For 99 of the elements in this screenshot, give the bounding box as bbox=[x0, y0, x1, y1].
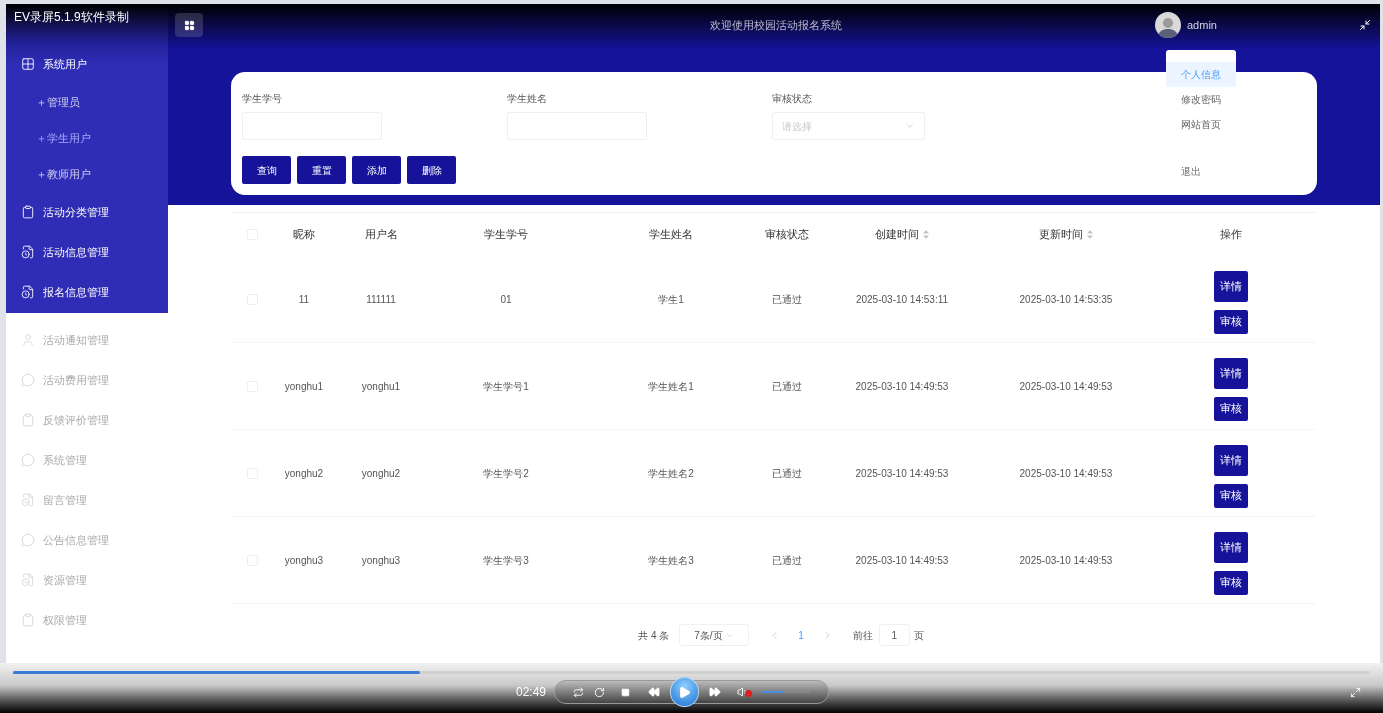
clipboard-icon bbox=[21, 613, 35, 627]
grid-icon bbox=[183, 19, 195, 31]
column-header: 创建时间 bbox=[875, 227, 919, 243]
total-count: 共 4 条 bbox=[638, 628, 670, 643]
chat-icon bbox=[21, 453, 35, 467]
fast-forward-icon[interactable] bbox=[709, 686, 722, 698]
table-cell-text: yonghu1 bbox=[361, 379, 401, 394]
stop-icon[interactable] bbox=[620, 687, 630, 697]
table-cell-text: 2025-03-10 14:49:53 bbox=[1019, 466, 1113, 481]
column-header: 昵称 bbox=[293, 227, 315, 243]
sidebar-item[interactable]: 系统用户 bbox=[6, 44, 168, 84]
table-cell-text: 2025-03-10 14:49:53 bbox=[855, 553, 949, 568]
repeat-icon[interactable] bbox=[593, 686, 605, 698]
clipboard-icon bbox=[21, 413, 35, 427]
document-clock-icon bbox=[21, 245, 35, 259]
page-input[interactable]: 1 bbox=[878, 624, 910, 646]
table-cell-text: yonghu2 bbox=[361, 466, 401, 481]
page-suffix: 页 bbox=[913, 628, 924, 643]
table-cell-text: yonghu2 bbox=[284, 466, 324, 481]
user-name[interactable]: admin bbox=[1187, 16, 1217, 34]
row-action-button[interactable]: 审核 bbox=[1214, 483, 1248, 508]
row-action-button[interactable]: 详情 bbox=[1214, 357, 1248, 389]
table-cell-text: yonghu3 bbox=[284, 553, 324, 568]
playback-time: 02:49 bbox=[516, 684, 548, 701]
menu-item[interactable]: 修改密码 bbox=[1166, 87, 1236, 112]
play-button[interactable] bbox=[669, 677, 700, 707]
goto-label: 前往 bbox=[852, 628, 873, 643]
collapse-icon[interactable] bbox=[1359, 19, 1371, 31]
table-cell-text: 学生学号2 bbox=[483, 466, 529, 481]
sidebar-subitem[interactable]: ＋学生用户 bbox=[6, 120, 168, 156]
document-clock-icon bbox=[21, 285, 35, 299]
action-button[interactable]: 重置 bbox=[297, 156, 346, 184]
page-size-select[interactable]: 7条/页 bbox=[679, 624, 750, 646]
table-cell-text: yonghu3 bbox=[361, 553, 401, 568]
chat-icon bbox=[21, 373, 35, 387]
sidebar-item[interactable]: 活动分类管理 bbox=[6, 192, 168, 232]
menu-toggle-button[interactable] bbox=[175, 13, 203, 37]
row-action-button[interactable]: 详情 bbox=[1214, 270, 1248, 302]
table-cell-text: 2025-03-10 14:49:53 bbox=[855, 379, 949, 394]
table-cell-text: 2025-03-10 14:53:35 bbox=[1019, 292, 1113, 307]
action-button[interactable]: 删除 bbox=[407, 156, 456, 184]
row-action-button[interactable]: 审核 bbox=[1214, 570, 1248, 595]
menu-item[interactable]: 退出 bbox=[1166, 159, 1236, 184]
document-clock-icon bbox=[21, 493, 35, 507]
menu-item[interactable]: 网站首页 bbox=[1166, 112, 1236, 137]
table-cell-text: yonghu1 bbox=[284, 379, 324, 394]
table-cell-text: 已通过 bbox=[772, 292, 802, 307]
sidebar-item[interactable]: 活动信息管理 bbox=[6, 232, 168, 272]
table-cell-text: 学生姓名2 bbox=[648, 466, 694, 481]
sidebar-subitem[interactable]: ＋管理员 bbox=[6, 84, 168, 120]
table-cell-text: 2025-03-10 14:49:53 bbox=[1019, 553, 1113, 568]
row-action-button[interactable]: 详情 bbox=[1214, 444, 1248, 476]
table-cell-text: 11 bbox=[298, 292, 310, 307]
table-cell-text: 已通过 bbox=[772, 553, 802, 568]
column-header: 学生姓名 bbox=[649, 227, 693, 243]
sidebar-item[interactable]: 报名信息管理 bbox=[6, 272, 168, 312]
chat-icon bbox=[21, 533, 35, 547]
table-cell-text: 学生学号3 bbox=[483, 553, 529, 568]
fullscreen-icon[interactable] bbox=[1350, 686, 1361, 698]
field-label: 学生学号 bbox=[242, 92, 283, 106]
clipboard-icon bbox=[21, 205, 35, 219]
sort-icon bbox=[923, 230, 929, 239]
avatar[interactable] bbox=[1155, 12, 1181, 38]
action-button[interactable]: 添加 bbox=[352, 156, 401, 184]
column-header: 用户名 bbox=[364, 227, 398, 243]
sort-icon bbox=[1087, 230, 1093, 239]
chevron-down-icon bbox=[905, 121, 915, 131]
mute-icon[interactable] bbox=[737, 686, 753, 698]
table-cell-text: 2025-03-10 14:49:53 bbox=[1019, 379, 1113, 394]
table-cell-text: 01 bbox=[500, 292, 512, 307]
play-icon bbox=[678, 685, 692, 699]
column-header: 操作 bbox=[1220, 227, 1242, 243]
table-cell-text: 已通过 bbox=[772, 466, 802, 481]
column-header: 审核状态 bbox=[765, 227, 809, 243]
action-button[interactable]: 查询 bbox=[242, 156, 291, 184]
column-header: 学生学号 bbox=[484, 227, 528, 243]
column-header: 更新时间 bbox=[1039, 227, 1083, 243]
table-cell-text: 111111 bbox=[366, 292, 396, 307]
table-cell-text: 学生姓名3 bbox=[648, 553, 694, 568]
table-cell-text: 学生学号1 bbox=[483, 379, 529, 394]
rewind-icon[interactable] bbox=[647, 686, 660, 698]
header-title: 欢迎使用校园活动报名系统 bbox=[710, 17, 842, 33]
row-action-button[interactable]: 审核 bbox=[1214, 396, 1248, 421]
row-action-button[interactable]: 详情 bbox=[1214, 531, 1248, 563]
table-cell-text: 已通过 bbox=[772, 379, 802, 394]
table-cell-text: 2025-03-10 14:49:53 bbox=[855, 466, 949, 481]
table-cell-text: 学生姓名1 bbox=[648, 379, 694, 394]
shuffle-icon[interactable] bbox=[573, 686, 584, 698]
document-clock-icon bbox=[21, 573, 35, 587]
field-label: 审核状态 bbox=[772, 92, 813, 106]
sidebar-subitem[interactable]: ＋教师用户 bbox=[6, 156, 168, 192]
user-icon bbox=[21, 333, 35, 347]
recorder-title: EV录屏5.1.9软件录制 bbox=[14, 9, 129, 26]
grid-icon bbox=[21, 57, 35, 71]
table-cell-text: 2025-03-10 14:53:11 bbox=[855, 292, 949, 307]
field-label: 学生姓名 bbox=[507, 92, 548, 106]
progress-track[interactable] bbox=[13, 671, 1370, 674]
table-cell-text: 学生1 bbox=[658, 292, 684, 307]
row-action-button[interactable]: 审核 bbox=[1214, 309, 1248, 334]
